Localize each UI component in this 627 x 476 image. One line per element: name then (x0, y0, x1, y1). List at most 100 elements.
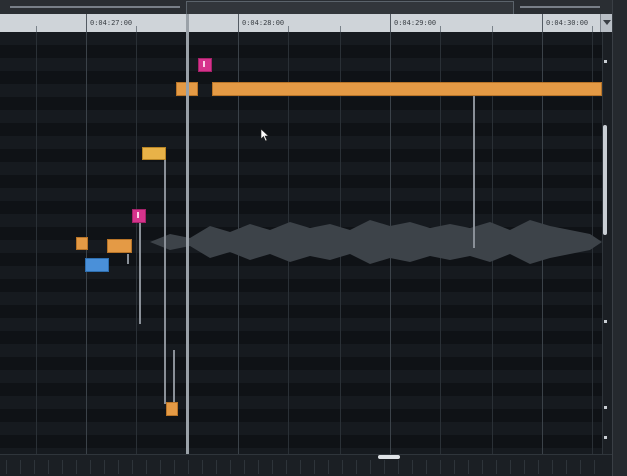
scroll-tick (244, 460, 245, 474)
audio-clip-main[interactable] (212, 82, 602, 96)
track-row (0, 175, 602, 188)
track-row (0, 331, 602, 344)
event-stem (173, 350, 175, 406)
track-row (0, 279, 602, 292)
scroll-tick (314, 460, 315, 474)
scroll-tick (356, 460, 357, 474)
scroll-tick (398, 460, 399, 474)
grid-line (36, 32, 37, 454)
audio-clip[interactable] (142, 147, 166, 160)
scroll-tick (552, 460, 553, 474)
scroll-tick (496, 460, 497, 474)
scroll-tick (90, 460, 91, 474)
track-row (0, 305, 602, 318)
track-row (0, 136, 602, 149)
scroll-tick (34, 460, 35, 474)
scroll-tick (174, 460, 175, 474)
track-row (0, 409, 602, 422)
scroll-tick (48, 460, 49, 474)
audio-clip-selected[interactable] (85, 258, 109, 272)
track-row (0, 149, 602, 162)
scroll-tick (328, 460, 329, 474)
event-stem (127, 254, 129, 264)
scroll-tick (440, 460, 441, 474)
track-row (0, 383, 602, 396)
scroll-tick (468, 460, 469, 474)
audio-clip[interactable] (107, 239, 132, 253)
scroll-tick (538, 460, 539, 474)
track-grid[interactable] (0, 32, 602, 454)
scroll-marker (604, 406, 607, 409)
overview-track-segment (10, 6, 180, 8)
scroll-marker (604, 436, 607, 439)
chevron-down-icon (603, 20, 611, 25)
scroll-tick (76, 460, 77, 474)
scroll-tick (566, 460, 567, 474)
scroll-tick (370, 460, 371, 474)
scroll-tick (6, 460, 7, 474)
ruler-major-tick (390, 14, 391, 32)
audio-clip[interactable] (166, 402, 178, 416)
scroll-tick (412, 460, 413, 474)
track-row (0, 422, 602, 435)
track-row (0, 318, 602, 331)
scroll-tick (160, 460, 161, 474)
event-stem (164, 160, 166, 404)
overview-track-segment (520, 6, 600, 8)
scroll-tick (580, 460, 581, 474)
track-row (0, 396, 602, 409)
track-row (0, 344, 602, 357)
scroll-tick (230, 460, 231, 474)
track-row (0, 162, 602, 175)
scroll-tick (454, 460, 455, 474)
scroll-tick (20, 460, 21, 474)
scroll-tick (272, 460, 273, 474)
scroll-marker (604, 320, 607, 323)
track-row (0, 58, 602, 71)
ruler-label: 0:04:28:00 (242, 19, 285, 27)
scroll-tick (202, 460, 203, 474)
flag-marker-icon[interactable] (198, 58, 212, 72)
scroll-tick (342, 460, 343, 474)
track-row (0, 357, 602, 370)
time-ruler[interactable]: 0:04:27:00 0:04:28:00 0:04:29:00 0:04:30… (0, 14, 600, 32)
track-row (0, 32, 602, 45)
scroll-tick (426, 460, 427, 474)
playhead-cursor[interactable] (186, 14, 189, 454)
scroll-tick (188, 460, 189, 474)
audio-clip[interactable] (76, 237, 88, 250)
event-stem (139, 222, 141, 324)
track-row (0, 97, 602, 110)
track-row (0, 435, 602, 448)
scroll-tick (62, 460, 63, 474)
track-row (0, 110, 602, 123)
overview-viewport-handle[interactable] (186, 1, 514, 15)
window-edge-panel (612, 0, 627, 476)
scroll-tick (510, 460, 511, 474)
timeline-editor: 0:04:27:00 0:04:28:00 0:04:29:00 0:04:30… (0, 0, 627, 476)
flag-marker-icon[interactable] (132, 209, 146, 223)
track-row (0, 45, 602, 58)
scroll-tick (594, 460, 595, 474)
flag-glyph (203, 61, 209, 67)
scroll-tick (524, 460, 525, 474)
track-row (0, 370, 602, 383)
timeline-overview-bar[interactable] (0, 0, 612, 15)
scroll-tick (384, 460, 385, 474)
scroll-tick (146, 460, 147, 474)
scroll-tick (286, 460, 287, 474)
grid-line (136, 32, 137, 454)
ruler-label: 0:04:30:00 (546, 19, 589, 27)
ruler-major-tick (542, 14, 543, 32)
horizontal-scrollbar[interactable] (0, 454, 612, 476)
scroll-tick (482, 460, 483, 474)
track-row (0, 292, 602, 305)
scroll-tick (104, 460, 105, 474)
scroll-tick (300, 460, 301, 474)
mouse-pointer-icon (260, 128, 270, 142)
scroll-tick (132, 460, 133, 474)
vertical-scroll-thumb[interactable] (603, 125, 607, 235)
ruler-major-tick (86, 14, 87, 32)
horizontal-scroll-thumb[interactable] (378, 455, 400, 459)
ruler-label: 0:04:29:00 (394, 19, 437, 27)
